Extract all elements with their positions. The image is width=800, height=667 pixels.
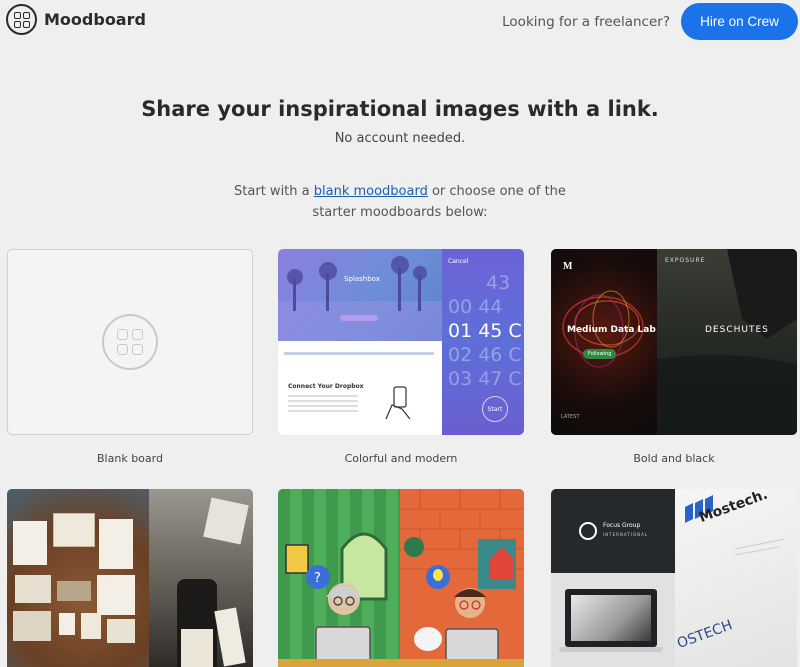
save-the-date-card — [53, 513, 95, 547]
focus-group-panel: Focus Group INTERNATIONAL — [551, 489, 675, 667]
intro-line2: starter moodboards below: — [312, 205, 488, 220]
menu-card — [99, 519, 133, 569]
splashbox-label: Splashbox — [344, 275, 380, 283]
moodboard-grid-icon — [102, 314, 158, 370]
wood-slab-photo — [7, 489, 149, 667]
focus-group-name: Focus Group — [603, 522, 641, 529]
app-name: Moodboard — [44, 10, 146, 29]
coaster-card — [107, 619, 135, 643]
branding-card[interactable]: Focus Group INTERNATIONAL Mostech. OSTEC… — [551, 489, 797, 667]
splash-image: Splashbox — [278, 249, 442, 341]
blank-moodboard-link[interactable]: blank moodboard — [314, 184, 428, 199]
laptop-base — [559, 647, 663, 652]
hand-phone-icon — [385, 386, 411, 420]
timer-row: 00 44 — [448, 296, 503, 318]
label-tag — [203, 497, 249, 545]
timer-row-selected: 01 45 C — [448, 320, 522, 342]
palm-trees-illustration — [278, 256, 442, 341]
small-card — [81, 613, 101, 639]
board-caption: Bold and black — [633, 452, 715, 465]
invite-card — [13, 521, 47, 565]
intro-prefix: Start with a — [234, 184, 314, 199]
note-card — [13, 611, 51, 641]
svg-text:?: ? — [314, 571, 321, 586]
board-caption: Colorful and modern — [344, 452, 458, 465]
program-card — [97, 575, 135, 615]
medium-panel: M Medium Data Lab Following LATEST — [551, 249, 657, 435]
medium-logo-icon: M — [563, 261, 573, 272]
timer-row: 43 — [486, 272, 511, 294]
focus-group-logo-icon — [579, 522, 597, 540]
envelope — [57, 581, 91, 601]
cancel-label: Cancel — [448, 258, 469, 265]
mostech-panel: Mostech. OSTECH — [675, 489, 797, 667]
bold-black-card[interactable]: M Medium Data Lab Following LATEST EXPOS… — [551, 249, 797, 435]
medium-data-lab-title: Medium Data Lab — [567, 325, 656, 335]
moodboard-logo-icon — [6, 4, 37, 35]
colorful-modern-card[interactable]: Splashbox Connect Your Dropbox Cancel 43… — [278, 249, 524, 435]
bottle-photo — [149, 489, 253, 667]
following-badge: Following — [583, 349, 617, 359]
hire-on-crew-button[interactable]: Hire on Crew — [681, 3, 798, 40]
page-subtitle: No account needed. — [334, 131, 466, 146]
text-line — [284, 352, 434, 355]
connect-dropbox-label: Connect Your Dropbox — [288, 383, 364, 390]
logo[interactable]: Moodboard — [6, 4, 146, 35]
bottle-label — [181, 629, 213, 667]
people-illustration: ? — [278, 532, 524, 667]
rsvp-card — [15, 575, 51, 603]
hang-tag — [214, 607, 246, 667]
start-button: Start — [482, 396, 508, 422]
paragraph-lines — [288, 395, 358, 415]
timer-row: 02 46 C — [448, 344, 522, 366]
intro-text: Start with a blank moodboard or choose o… — [0, 181, 800, 223]
timer-picker: 43 00 44 01 45 C 02 46 C 03 47 C — [448, 271, 522, 391]
data-art-swirl — [562, 290, 644, 368]
focus-group-header: Focus Group INTERNATIONAL — [551, 489, 675, 573]
deschutes-panel: EXPOSURE DESCHUTES — [657, 249, 797, 435]
river-wader-photo — [657, 249, 797, 435]
top-bar: Moodboard Looking for a freelancer? Hire… — [0, 0, 800, 40]
focus-group-subtitle: INTERNATIONAL — [603, 532, 649, 537]
laptop-screen — [565, 589, 657, 647]
latest-tab: LATEST — [561, 414, 580, 420]
board-caption: Blank board — [97, 452, 163, 465]
page-title: Share your inspirational images with a l… — [141, 97, 659, 121]
laptop-display — [571, 595, 651, 641]
intro-suffix: or choose one of the — [427, 184, 566, 199]
exposure-logo: EXPOSURE — [665, 257, 706, 264]
print-design-card[interactable] — [7, 489, 253, 667]
blank-board-card[interactable] — [7, 249, 253, 435]
freelancer-prompt: Looking for a freelancer? — [502, 14, 670, 30]
timer-panel: Cancel 43 00 44 01 45 C 02 46 C 03 47 C … — [442, 249, 524, 435]
illustration-card[interactable]: ? — [278, 489, 524, 667]
timer-row: 03 47 C — [448, 368, 522, 390]
tag-card — [59, 613, 75, 635]
deschutes-title: DESCHUTES — [705, 325, 769, 335]
